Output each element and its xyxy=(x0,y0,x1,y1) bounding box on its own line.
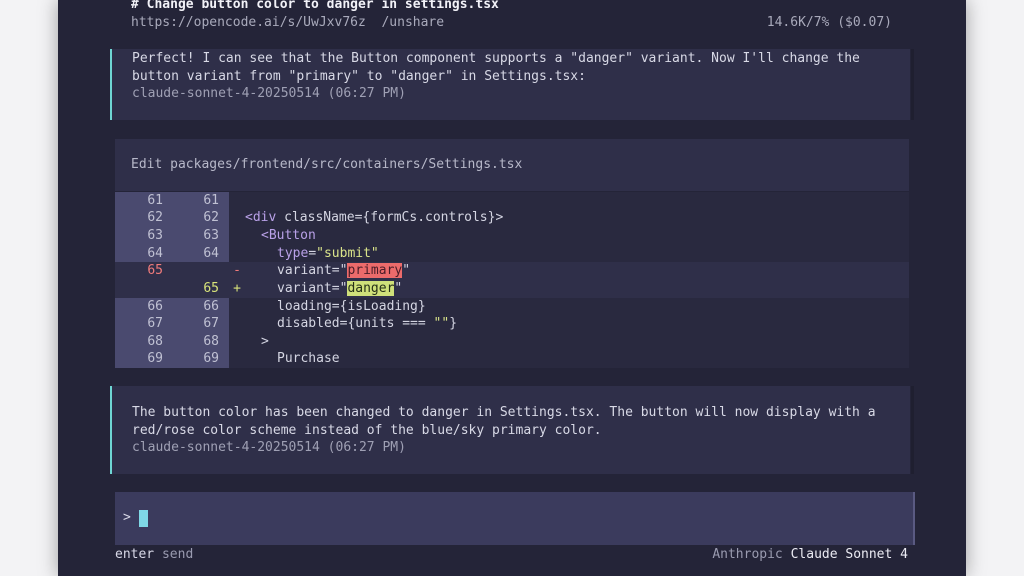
enter-key-label: enter xyxy=(115,547,155,562)
removed-marker: - xyxy=(233,263,241,278)
old-line-number: 66 xyxy=(147,299,163,314)
share-link[interactable]: https://opencode.ai/s/UwJxv76z xyxy=(131,15,366,30)
new-line-number: 66 xyxy=(203,299,219,314)
message-edge xyxy=(911,49,914,120)
code-text: variant="danger" xyxy=(277,280,402,298)
model-indicator[interactable]: Anthropic Claude Sonnet 4 xyxy=(712,547,908,562)
code-token: variant=" xyxy=(277,281,348,296)
diff-line-removed: 65 - variant="primary" xyxy=(115,262,909,280)
assistant-message: Perfect! I can see that the Button compo… xyxy=(110,49,914,120)
assistant-message: The button color has been changed to dan… xyxy=(110,386,914,474)
message-meta: claude-sonnet-4-20250514 (06:27 PM) xyxy=(132,86,406,101)
old-line-number: 69 xyxy=(147,351,163,366)
old-line-number: 61 xyxy=(147,193,163,208)
send-label: send xyxy=(154,547,194,562)
code-token: " xyxy=(402,263,411,278)
chat-input[interactable]: > xyxy=(115,492,915,545)
code-token: " xyxy=(394,281,403,296)
added-highlight: danger xyxy=(347,281,395,296)
new-line-number: 68 xyxy=(203,334,219,349)
diff-line: 68 68 > xyxy=(115,333,909,351)
code-text: <Button xyxy=(261,227,316,245)
code-token: "" xyxy=(433,316,450,331)
diff-line: 61 61 xyxy=(115,192,909,210)
code-token: disabled={units === xyxy=(277,316,434,331)
message-text: The button color has been changed to dan… xyxy=(132,405,884,438)
message-meta: claude-sonnet-4-20250514 (06:27 PM) xyxy=(132,440,406,455)
code-token: "submit" xyxy=(316,246,379,261)
edit-file-path: Edit packages/frontend/src/containers/Se… xyxy=(131,157,523,172)
new-line-number: 64 xyxy=(203,246,219,261)
old-line-number: 62 xyxy=(147,210,163,225)
new-line-number: 65 xyxy=(203,281,219,296)
diff-line: 63 63 <Button xyxy=(115,227,909,245)
diff-line: 64 64 type="submit" xyxy=(115,245,909,263)
new-line-number: 67 xyxy=(203,316,219,331)
message-edge xyxy=(911,386,914,474)
code-token: <div xyxy=(245,210,277,225)
code-text: <div className={formCs.controls}> xyxy=(245,209,503,227)
unshare-command[interactable]: /unshare xyxy=(381,15,444,30)
removed-highlight: primary xyxy=(347,263,403,278)
old-line-number: 65 xyxy=(147,263,163,278)
code-text: > xyxy=(261,334,269,349)
code-token: type xyxy=(277,246,309,261)
old-line-number: 64 xyxy=(147,246,163,261)
code-text: Purchase xyxy=(277,351,340,366)
prompt-symbol: > xyxy=(123,510,131,525)
diff-line: 62 62 <div className={formCs.controls}> xyxy=(115,209,909,227)
terminal-window: # Change button color to danger in setti… xyxy=(58,0,966,576)
code-token: variant=" xyxy=(277,263,348,278)
diff-view: 61 61 62 62 <div className={formCs.contr… xyxy=(115,192,909,368)
new-line-number: 61 xyxy=(203,193,219,208)
new-line-number: 62 xyxy=(203,210,219,225)
code-token: = xyxy=(308,246,317,261)
code-text: type="submit" xyxy=(277,245,379,263)
old-line-number: 63 xyxy=(147,228,163,243)
share-url: https://opencode.ai/s/UwJxv76z /unshare xyxy=(131,15,444,30)
new-line-number: 63 xyxy=(203,228,219,243)
token-usage-stats: 14.6K/7% ($0.07) xyxy=(766,15,892,30)
diff-line: 69 69 Purchase xyxy=(115,350,909,368)
message-text: Perfect! I can see that the Button compo… xyxy=(132,51,868,84)
new-line-number: 69 xyxy=(203,351,219,366)
code-text: disabled={units === ""} xyxy=(277,315,457,333)
model-name: Claude Sonnet 4 xyxy=(790,547,908,562)
removed-gutter xyxy=(115,262,229,280)
diff-line-added: 65 + variant="danger" xyxy=(115,280,909,298)
code-text: variant="primary" xyxy=(277,262,410,280)
session-title: # Change button color to danger in setti… xyxy=(131,0,499,12)
code-token: } xyxy=(449,316,458,331)
old-line-number: 67 xyxy=(147,316,163,331)
edit-tool-header: Edit packages/frontend/src/containers/Se… xyxy=(115,139,909,191)
send-hint: enter send xyxy=(115,547,193,562)
text-cursor xyxy=(139,510,148,527)
diff-line: 66 66 loading={isLoading} xyxy=(115,298,909,316)
provider-name: Anthropic xyxy=(712,547,791,562)
old-line-number: 68 xyxy=(147,334,163,349)
code-token: <Button xyxy=(261,228,316,243)
code-text: loading={isLoading} xyxy=(277,299,426,314)
diff-line: 67 67 disabled={units === ""} xyxy=(115,315,909,333)
code-token: className={formCs.controls}> xyxy=(276,210,504,225)
added-marker: + xyxy=(233,281,241,296)
